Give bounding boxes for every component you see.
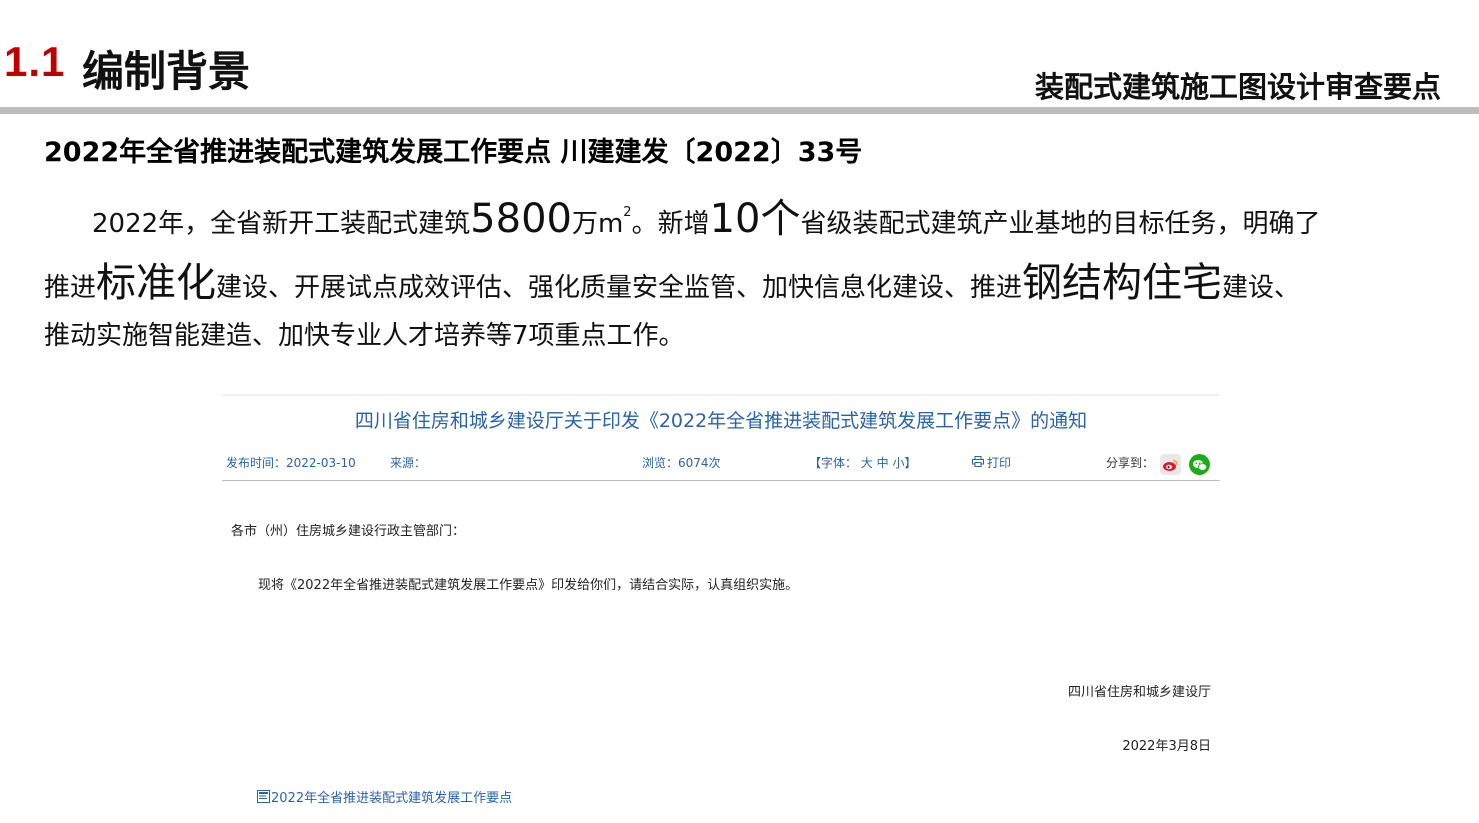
- header-divider: [0, 107, 1479, 114]
- paragraph-text: 。新增: [631, 209, 710, 239]
- notice-body: 现将《2022年全省推进装配式建筑发展工作要点》印发给你们，请结合实际，认真组织…: [258, 578, 799, 593]
- source-label: 来源：: [390, 456, 427, 470]
- screenshot-top-edge: [222, 394, 1220, 396]
- share-label: 分享到：: [1106, 456, 1155, 470]
- printer-icon: [972, 455, 984, 470]
- slide-header: 1.1 编制背景 装配式建筑施工图设计审查要点: [0, 0, 1479, 116]
- print-label: 打印: [987, 456, 1012, 470]
- notice-title: 四川省住房和城乡建设厅关于印发《2022年全省推进装配式建筑发展工作要点》的通知: [354, 410, 1088, 432]
- paragraph-text: 万m: [571, 209, 624, 239]
- view-count: 浏览：6074次: [642, 456, 721, 470]
- summary-paragraph: 2022年，全省新开工装配式建筑5800万m2。新增10个省级装配式建筑产业基地…: [44, 188, 1424, 364]
- section-number: 1.1: [4, 38, 66, 85]
- issuing-agency: 四川省住房和城乡建设厅: [1067, 685, 1211, 700]
- emphasis-steel-housing: 钢结构住宅: [1022, 260, 1223, 306]
- wechat-icon[interactable]: [1189, 454, 1210, 475]
- paragraph-line-3: 推动实施智能建造、加快专业人才培养等7项重点工作。: [44, 321, 685, 351]
- paragraph-text: 建设、开展试点成效评估、强化质量安全监管、加快信息化建设、推进: [216, 273, 1023, 303]
- paragraph-line-1: 2022年，全省新开工装配式建筑5800万m2。新增10个省级装配式建筑产业基地…: [44, 188, 1424, 250]
- paragraph-text: 建设、: [1222, 273, 1301, 303]
- publish-time: 发布时间：2022-03-10: [226, 456, 356, 470]
- emphasis-base-count: 10个: [709, 196, 801, 242]
- course-title: 装配式建筑施工图设计审查要点: [1034, 70, 1441, 104]
- paragraph-text: 2022年，全省新开工装配式建筑: [92, 209, 471, 239]
- addressee-line: 各市（州）住房城乡建设行政主管部门：: [231, 524, 466, 539]
- document-heading: 2022年全省推进装配式建筑发展工作要点 川建建发〔2022〕33号: [44, 137, 863, 168]
- print-link[interactable]: 打印: [972, 454, 1011, 471]
- weibo-icon[interactable]: [1160, 454, 1181, 475]
- attachment-label: 2022年全省推进装配式建筑发展工作要点: [271, 791, 513, 806]
- emphasis-standardization: 标准化: [96, 260, 217, 306]
- paragraph-text: 推进: [44, 273, 97, 303]
- paragraph-line-2: 推进标准化建设、开展试点成效评估、强化质量安全监管、加快信息化建设、推进钢结构住…: [44, 250, 1424, 316]
- font-size-switcher[interactable]: 【字体： 大 中 小】: [809, 454, 916, 471]
- issue-date: 2022年3月8日: [1122, 739, 1211, 754]
- section-title: 编制背景: [82, 47, 251, 96]
- superscript-2: 2: [623, 205, 632, 220]
- paragraph-text: 省级装配式建筑产业基地的目标任务，明确了: [800, 209, 1321, 239]
- meta-divider: [222, 480, 1220, 481]
- attachment-link[interactable]: 2022年全省推进装配式建筑发展工作要点: [257, 787, 512, 806]
- emphasis-area-figure: 5800: [470, 196, 572, 242]
- document-icon: [257, 790, 270, 803]
- notice-screenshot: 四川省住房和城乡建设厅关于印发《2022年全省推进装配式建筑发展工作要点》的通知…: [222, 394, 1220, 819]
